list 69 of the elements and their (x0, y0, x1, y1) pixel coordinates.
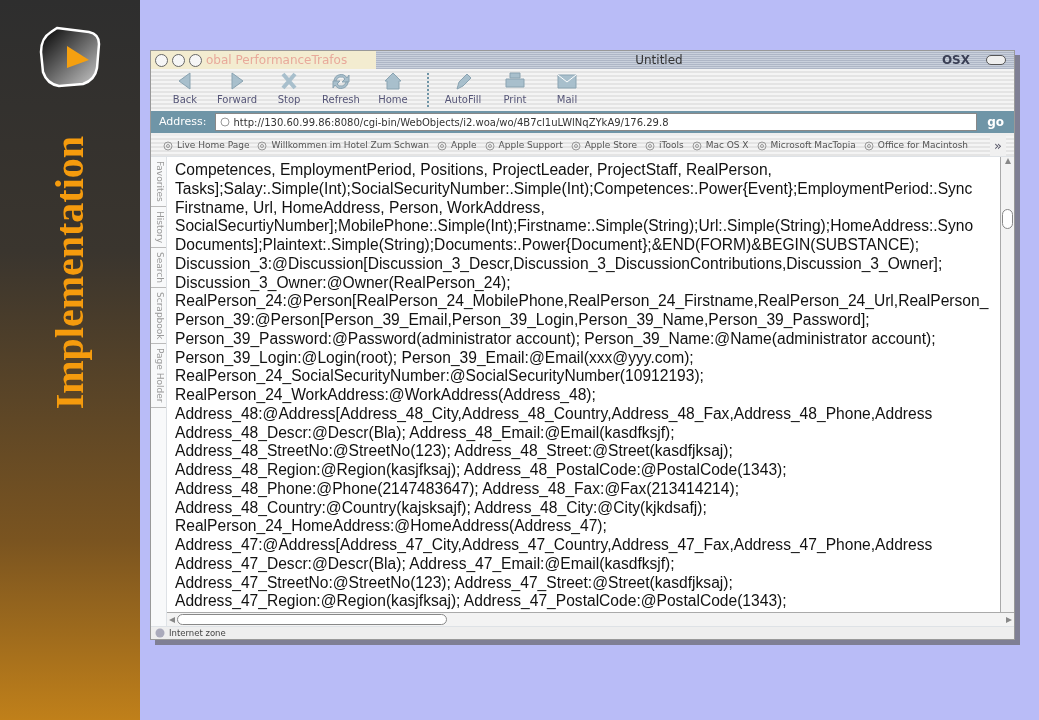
text-line: Discussion_3_Owner:@Owner(RealPerson_24); (175, 273, 512, 293)
window-control[interactable] (189, 53, 202, 67)
toolbar-button[interactable]: Home (367, 70, 419, 107)
bookmark-icon (437, 141, 447, 151)
window-control[interactable] (155, 53, 168, 67)
favorite-link[interactable]: Apple Store (566, 139, 641, 153)
bookmark-icon (863, 141, 874, 151)
bookmark-icon (691, 141, 702, 151)
text-line: Address_48:@Address[Address_48_City,Address_48_Country,Address_48_Fax,Address_48_Phone,Address (175, 404, 934, 424)
home-icon (382, 70, 404, 92)
favorite-link[interactable]: Mac OS X (687, 139, 753, 153)
text-line: SocialSecurtiyNumber];MobilePhone:.Simple(Int);Firstname:.Simple(String);Url:.Simple(String);HomeAddress:.Syno (175, 217, 975, 236)
slide-title: Implementation (50, 136, 90, 410)
favorite-link[interactable]: Willkommen im Hotel Zum Schwan (253, 139, 433, 153)
more-button[interactable]: » (990, 136, 1006, 156)
text-line: Address_48_Country:@Country(kajsksajf); Address_48_City:@City(kjkdsafj); (175, 498, 708, 518)
bookmark-icon (644, 141, 655, 151)
text-line: Address_47_Descr:@Descr(Bla); Address_47_Email:@Email(kasdfksjf); (175, 554, 676, 574)
text-line: RealPerson_24_WorkAddress:@WorkAddress(Address_48); (175, 386, 597, 405)
globe-icon (155, 628, 165, 638)
toolbar-button[interactable]: Refresh (315, 70, 367, 107)
scroll-right-icon[interactable] (1004, 615, 1014, 624)
text-line: Address_47_Region:@Region(kasjfksaj); Address_47_PostalCode:@PostalCode(1343); (175, 592, 788, 611)
text-line: Tasks];Salay:.Simple(Int);SocialSecurityNumber:.Simple(Int);Competences:.Power{Event};EmploymentPeriod:.Sync (175, 179, 974, 199)
text-line: Address_48_Region:@Region(kasjfksaj); Address_48_PostalCode:@PostalCode(1343); (175, 461, 788, 480)
toolbar-button[interactable]: Forward (211, 70, 263, 107)
window-control[interactable] (172, 53, 185, 67)
scroll-left-icon[interactable] (167, 615, 177, 624)
favorite-link[interactable]: Apple (433, 139, 481, 153)
logo-icon (37, 24, 103, 88)
text-line: RealPerson_24:@Person[RealPerson_24_MobilePhone,RealPerson_24_Firstname,RealPerson_24_Url,RealPerson_ (175, 292, 990, 311)
toolbar-button[interactable]: AutoFill (437, 70, 489, 107)
scroll-thumb[interactable] (177, 614, 447, 625)
toolbar-button[interactable]: Mail (541, 70, 593, 107)
text-line: Address_48_Phone:@Phone(2147483647); Address_48_Fax:@Fax(213414214); (175, 479, 740, 499)
text-line: RealPerson_24_HomeAddress:@HomeAddress(Address_47); (175, 517, 608, 536)
text-line: Person_39_Login:@Login(root); Person_39_Email:@Email(xxx@yyy.com); (175, 348, 695, 368)
system-label: OSX (941, 52, 970, 69)
status-text: Internet zone (169, 626, 226, 640)
favorite-link[interactable]: Live Home Page (159, 139, 254, 153)
page-icon (219, 117, 230, 127)
text-line: Discussion_3:@Discussion[Discussion_3_Descr,Discussion_3_DiscussionContributions,Discussion_3_Owner]; (175, 254, 944, 274)
window-button[interactable] (986, 55, 1006, 65)
bookmark-icon (756, 141, 767, 151)
text-line: Person_39:@Person[Person_39_Email,Person_39_Login,Person_39_Name,Person_39_Password]; (175, 311, 871, 330)
favorite-link[interactable]: Microsoft MacTopia (752, 139, 860, 153)
text-line: Competences, EmploymentPeriod, Positions, ProjectLeader, ProjectStaff, RealPerson, (175, 161, 773, 180)
text-line: Address_47:@Address[Address_47_City,Address_47_Country,Address_47_Fax,Address_47_Phone,Address (175, 536, 934, 555)
bookmark-icon (257, 141, 268, 151)
text-line: Address_47_StreetNo:@StreetNo(123); Address_47_Street:@Street(kasdfjksaj); (175, 573, 734, 593)
text-line: Firstname, Url, HomeAddress, Person, WorkAddress, (175, 198, 546, 218)
bookmark-icon (163, 141, 173, 151)
text-line: Address_48_Descr:@Descr(Bla); Address_48_Email:@Email(kasdfksjf); (175, 423, 676, 443)
text-line: Person_39_Password:@Password(administrator account); Person_39_Name:@Name(administrator account); (175, 329, 937, 349)
window-title: Untitled (635, 53, 683, 67)
toolbar-button[interactable]: Print (489, 70, 541, 107)
favorite-link[interactable]: iTools (640, 139, 688, 153)
bookmark-icon (484, 141, 495, 151)
text-line: Address_48_StreetNo:@StreetNo(123); Address_48_Street:@Street(kasdfjksaj); (175, 442, 734, 461)
toolbar-button[interactable]: Stop (263, 70, 315, 107)
text-line: Documents];Plaintext:.Simple(String);Documents:.Power{Document};&END(FORM)&BEGIN(SUBSTANCE); (175, 236, 921, 255)
scroll-thumb[interactable] (1002, 209, 1013, 229)
favorite-link[interactable]: Office for Macintosh (859, 139, 973, 153)
address-field[interactable]: http://130.60.99.86:8080/cgi-bin/WebObjects/i2.woa/wo/4B7cl1uLWlNqZYkA9/176.29.8 (214, 113, 978, 131)
favorite-link[interactable]: Apple Support (480, 139, 567, 153)
text-line: RealPerson_24_SocialSecurityNumber:@SocialSecurityNumber(10912193); (175, 367, 705, 386)
bookmark-icon (570, 141, 581, 151)
toolbar-button[interactable]: Back (159, 70, 211, 107)
address-label: Address: (159, 113, 207, 130)
